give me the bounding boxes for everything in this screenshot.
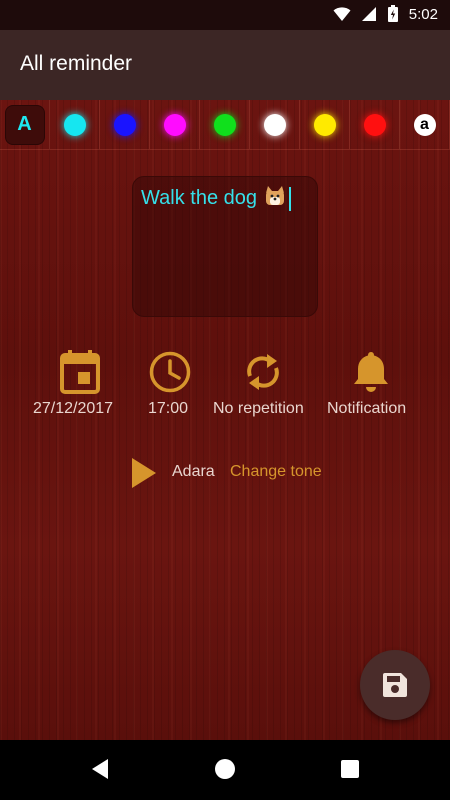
color-option-white[interactable] <box>250 100 300 150</box>
signal-icon <box>361 7 376 21</box>
note-input[interactable]: Walk the dog <box>132 176 318 317</box>
color-picker-row: A a <box>0 100 450 150</box>
color-dot-cyan <box>63 113 86 136</box>
app-bar: All reminder <box>0 30 450 100</box>
color-dot-blue <box>113 113 136 136</box>
status-bar: 5:02 <box>0 0 450 30</box>
font-style-button[interactable]: A <box>4 104 45 145</box>
date-picker-button[interactable] <box>60 350 100 399</box>
font-style-cell[interactable]: A <box>0 100 50 150</box>
date-label[interactable]: 27/12/2017 <box>33 400 113 418</box>
color-option-yellow[interactable] <box>300 100 350 150</box>
bell-icon <box>354 352 388 392</box>
status-time: 5:02 <box>408 5 438 23</box>
back-icon[interactable] <box>90 758 110 780</box>
calendar-icon <box>60 350 100 394</box>
color-option-blue[interactable] <box>100 100 150 150</box>
color-dot-white <box>263 113 286 136</box>
notification-button[interactable] <box>352 350 390 399</box>
navigation-bar <box>0 740 450 800</box>
color-option-cyan[interactable] <box>50 100 100 150</box>
repeat-label[interactable]: No repetition <box>213 400 304 418</box>
tone-name: Adara <box>172 463 215 480</box>
repeat-icon <box>247 354 279 390</box>
color-option-alpha[interactable]: a <box>400 100 450 150</box>
main-content: A a Walk the dog 27/12/2017 17:00 No rep… <box>0 100 450 740</box>
notification-label[interactable]: Notification <box>327 400 406 418</box>
color-option-red[interactable] <box>350 100 400 150</box>
home-icon[interactable] <box>214 758 236 780</box>
wifi-icon <box>333 7 351 21</box>
color-dot-green <box>213 113 236 136</box>
change-tone-button[interactable]: Change tone <box>230 463 322 481</box>
repeat-button[interactable] <box>244 350 282 399</box>
color-dot-red <box>363 113 386 136</box>
color-dot-magenta <box>163 113 186 136</box>
color-option-green[interactable] <box>200 100 250 150</box>
recents-icon[interactable] <box>340 759 360 779</box>
dog-emoji-icon <box>266 186 284 205</box>
color-dot-yellow <box>313 113 336 136</box>
save-button[interactable] <box>360 650 430 720</box>
alpha-icon: a <box>413 113 436 136</box>
save-icon <box>383 673 407 697</box>
play-tone-icon[interactable] <box>131 458 157 488</box>
time-picker-button[interactable] <box>148 350 192 399</box>
time-label[interactable]: 17:00 <box>148 400 188 418</box>
color-option-magenta[interactable] <box>150 100 200 150</box>
note-text: Walk the dog <box>141 187 257 209</box>
battery-icon <box>387 5 398 22</box>
page-title: All reminder <box>20 52 133 75</box>
text-caret <box>289 186 291 211</box>
clock-icon <box>149 351 191 393</box>
